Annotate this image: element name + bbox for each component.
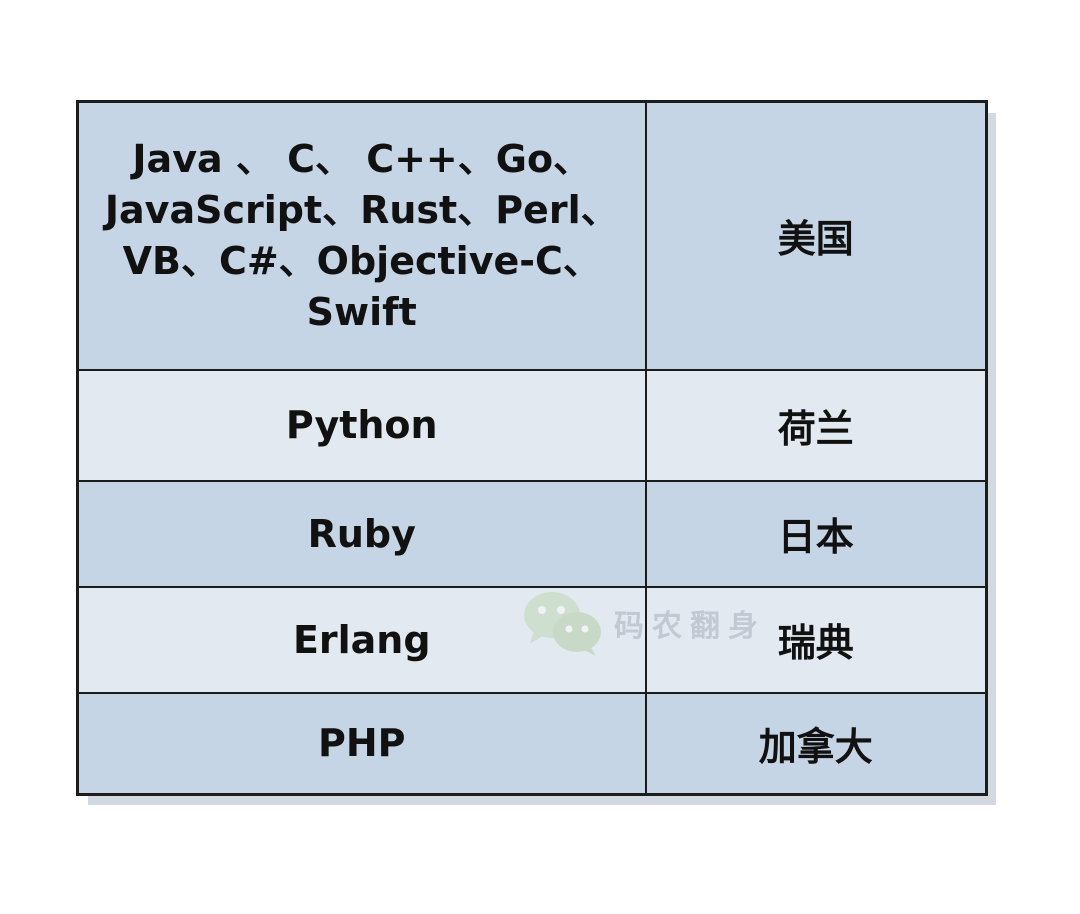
country-cell: 美国 [644,100,988,371]
table-row: Python 荷兰 [76,368,988,482]
table-row: Erlang 瑞典 [76,585,988,694]
country-cell: 加拿大 [644,691,988,796]
language-cell: Ruby [76,479,647,588]
table-row: Java 、 C、 C++、Go、JavaScript、Rust、Perl、VB… [76,100,988,371]
language-origin-table: Java 、 C、 C++、Go、JavaScript、Rust、Perl、VB… [76,100,988,796]
language-cell: Python [76,368,647,482]
country-cell: 日本 [644,479,988,588]
country-cell: 荷兰 [644,368,988,482]
language-cell: Java 、 C、 C++、Go、JavaScript、Rust、Perl、VB… [76,100,647,371]
country-cell: 瑞典 [644,585,988,694]
table-row: Ruby 日本 [76,479,988,588]
language-cell: Erlang [76,585,647,694]
table-row: PHP 加拿大 [76,691,988,796]
language-cell: PHP [76,691,647,796]
